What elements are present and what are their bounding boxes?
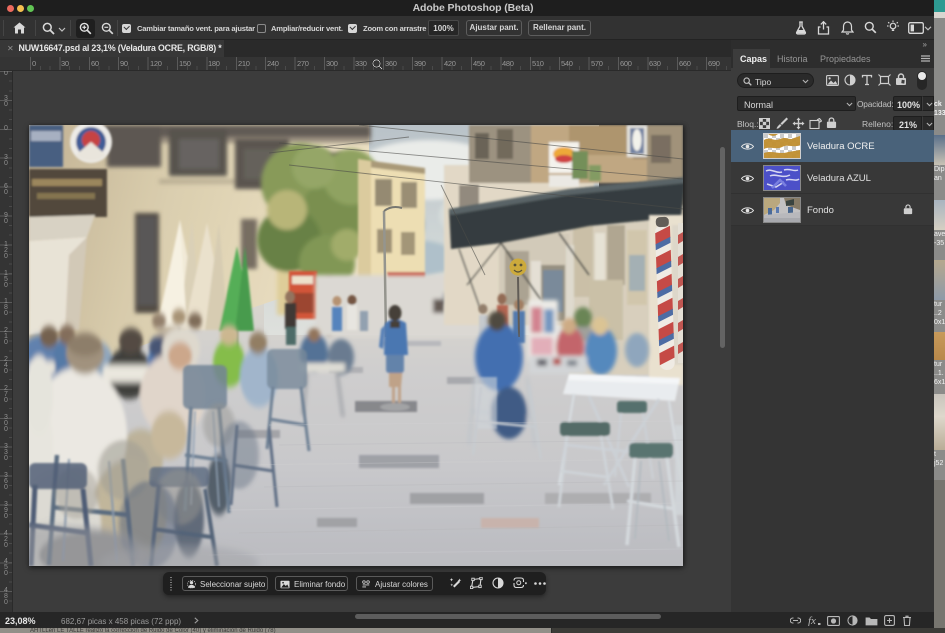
svg-text:fx: fx (808, 615, 816, 626)
